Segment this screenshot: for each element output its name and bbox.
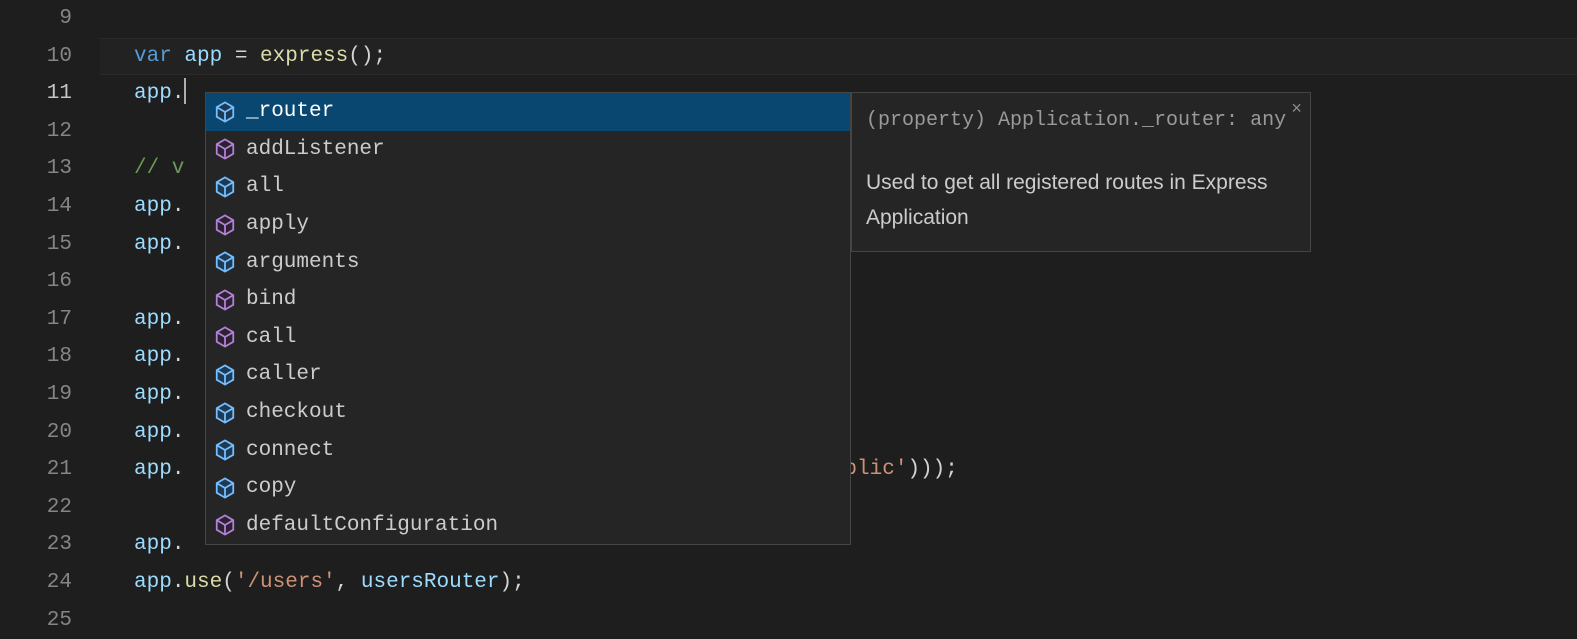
intellisense-suggest-widget[interactable]: _router addListener all apply arguments bind c… — [205, 92, 851, 545]
suggestion-label: all — [246, 175, 284, 198]
intellisense-details-widget: × (property) Application._router: any Us… — [851, 92, 1311, 252]
line-number: 12 — [0, 113, 72, 151]
field-icon — [214, 477, 236, 499]
suggestion-item[interactable]: bind — [206, 281, 850, 319]
line-number: 16 — [0, 263, 72, 301]
line-number: 9 — [0, 0, 72, 38]
suggestion-label: connect — [246, 439, 334, 462]
suggestion-signature: (property) Application._router: any — [866, 103, 1296, 138]
code-line-25 — [134, 602, 1577, 639]
close-icon[interactable]: × — [1291, 95, 1302, 127]
suggestion-item[interactable]: _router — [206, 93, 850, 131]
suggestion-label: bind — [246, 288, 296, 311]
code-line-9 — [134, 0, 1577, 38]
suggestion-label: checkout — [246, 401, 347, 424]
method-icon — [214, 289, 236, 311]
suggestion-item[interactable]: arguments — [206, 243, 850, 281]
suggestion-item[interactable]: all — [206, 168, 850, 206]
text-cursor — [184, 78, 186, 104]
line-number: 22 — [0, 489, 72, 527]
suggestion-item[interactable]: copy — [206, 469, 850, 507]
line-number: 13 — [0, 150, 72, 188]
suggestion-item[interactable]: caller — [206, 356, 850, 394]
suggestion-label: caller — [246, 363, 322, 386]
suggestion-label: copy — [246, 476, 296, 499]
method-icon — [214, 214, 236, 236]
line-number: 25 — [0, 602, 72, 639]
line-number: 10 — [0, 38, 72, 76]
line-number: 20 — [0, 414, 72, 452]
line-number: 21 — [0, 451, 72, 489]
field-icon — [214, 364, 236, 386]
suggestion-item[interactable]: connect — [206, 431, 850, 469]
suggestion-item[interactable]: apply — [206, 206, 850, 244]
code-line-10: var app = express(); — [134, 38, 1577, 76]
field-icon — [214, 176, 236, 198]
suggestion-label: addListener — [246, 138, 385, 161]
suggestion-label: _router — [246, 100, 334, 123]
line-number: 15 — [0, 226, 72, 264]
code-line-24: app.use('/users', usersRouter); — [134, 564, 1577, 602]
method-icon — [214, 326, 236, 348]
suggestion-label: defaultConfiguration — [246, 514, 498, 537]
suggestion-documentation: Used to get all registered routes in Exp… — [866, 166, 1296, 235]
line-number: 19 — [0, 376, 72, 414]
suggestion-item[interactable]: defaultConfiguration — [206, 507, 850, 545]
suggestion-label: apply — [246, 213, 309, 236]
suggestion-label: call — [246, 326, 296, 349]
suggestion-label: arguments — [246, 251, 359, 274]
line-number: 11 — [0, 75, 72, 113]
suggestion-item[interactable]: addListener — [206, 131, 850, 169]
field-icon — [214, 251, 236, 273]
method-icon — [214, 138, 236, 160]
suggestion-item[interactable]: call — [206, 319, 850, 357]
line-number: 24 — [0, 564, 72, 602]
field-icon — [214, 402, 236, 424]
line-number-gutter: 910111213141516171819202122232425 — [0, 0, 100, 622]
method-icon — [214, 514, 236, 536]
suggestion-item[interactable]: checkout — [206, 394, 850, 432]
line-number: 23 — [0, 526, 72, 564]
line-number: 18 — [0, 338, 72, 376]
field-icon — [214, 439, 236, 461]
line-number: 17 — [0, 301, 72, 339]
field-icon — [214, 101, 236, 123]
line-number: 14 — [0, 188, 72, 226]
